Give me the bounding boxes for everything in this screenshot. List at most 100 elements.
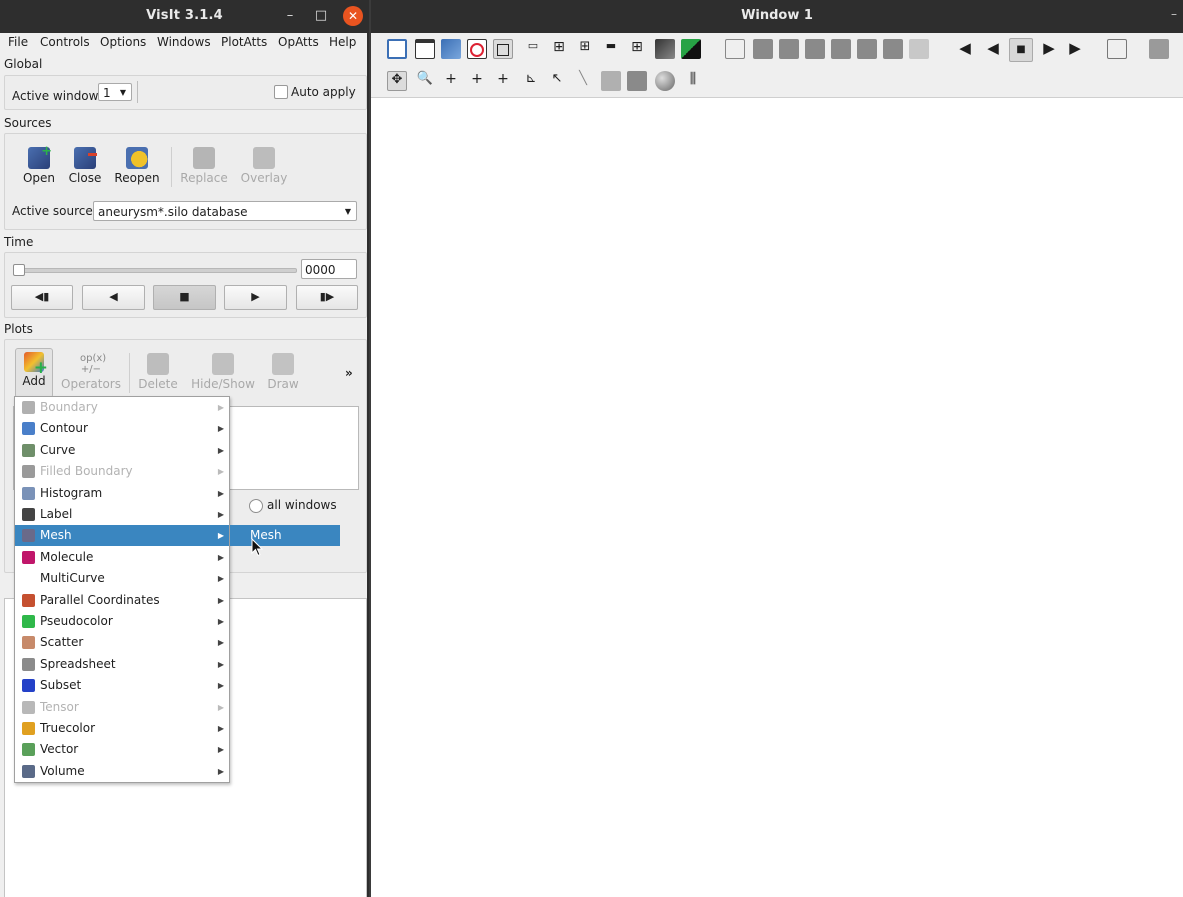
layout-2x2-icon[interactable]: ⊞	[549, 39, 569, 59]
plane-tool-icon[interactable]	[601, 71, 621, 91]
viewer-title-bar[interactable]: Window 1 –	[371, 0, 1183, 33]
active-source-combo[interactable]: aneurysm*.silo database ▼	[93, 201, 357, 221]
play-icon[interactable]: ▶	[1039, 39, 1059, 59]
lineout-icon[interactable]: ⊾	[521, 71, 541, 91]
navigate-icon[interactable]: ✥	[387, 71, 407, 91]
clone-window-icon[interactable]	[441, 39, 461, 59]
operators-button[interactable]: op(x) +/− Operators	[60, 353, 122, 391]
add-menu-item-tensor[interactable]: Tensor ▶	[15, 697, 229, 718]
more-toolbar-button[interactable]: »	[345, 366, 353, 380]
add-menu-item-subset[interactable]: Subset ▶	[15, 675, 229, 696]
lock-view-icon[interactable]	[681, 39, 701, 59]
active-window-combo[interactable]: 1 ▼	[98, 83, 132, 101]
draw-button[interactable]: Draw	[263, 353, 303, 391]
add-menu-item-scatter[interactable]: Scatter ▶	[15, 632, 229, 653]
spreadsheet-icon[interactable]	[1107, 39, 1127, 59]
add-menu-item-filled-boundary[interactable]: Filled Boundary ▶	[15, 461, 229, 482]
replace-database-icon	[193, 147, 215, 169]
menu-help[interactable]: Help	[329, 35, 356, 49]
add-menu-item-label: Boundary	[40, 400, 98, 414]
add-plot-button[interactable]: + Add	[15, 348, 53, 398]
new-window-icon[interactable]	[415, 39, 435, 59]
all-windows-radio[interactable]	[249, 499, 263, 513]
reverse-step-button[interactable]: ◀▮	[11, 285, 73, 310]
add-menu-item-histogram[interactable]: Histogram ▶	[15, 483, 229, 504]
view-3d-icon[interactable]	[725, 39, 745, 59]
overlay-button[interactable]: Overlay	[239, 147, 289, 185]
menu-file[interactable]: File	[8, 35, 28, 49]
node-pick-icon[interactable]: +	[467, 71, 487, 91]
zone-pick-icon[interactable]: +	[441, 71, 461, 91]
delete-plot-button[interactable]: Delete	[137, 353, 179, 391]
mesh-plot-icon	[22, 529, 35, 543]
stop-button[interactable]: ■	[153, 285, 216, 310]
open-button[interactable]: + Open	[20, 144, 58, 185]
layout-1x1-icon[interactable]	[493, 39, 513, 59]
menu-options[interactable]: Options	[100, 35, 146, 49]
add-menu-item-curve[interactable]: Curve ▶	[15, 440, 229, 461]
hide-show-button[interactable]: Hide/Show	[191, 353, 255, 391]
camera-delete-icon[interactable]	[883, 39, 903, 59]
add-menu-item-contour[interactable]: Contour ▶	[15, 418, 229, 439]
curve-plot-icon	[22, 443, 35, 457]
delete-window-icon[interactable]	[467, 39, 487, 59]
line-tool-icon[interactable]: ╲	[573, 71, 593, 91]
forward-step-button[interactable]: ▮▶	[296, 285, 358, 310]
time-slider-handle[interactable]	[13, 264, 25, 276]
add-menu-item-boundary[interactable]: Boundary ▶	[15, 397, 229, 418]
add-menu-item-molecule[interactable]: Molecule ▶	[15, 547, 229, 568]
reverse-play-button[interactable]: ◀	[82, 285, 145, 310]
play-button[interactable]: ▶	[224, 285, 287, 310]
auto-apply-checkbox[interactable]	[274, 85, 288, 99]
add-menu-item-pseudocolor[interactable]: Pseudocolor ▶	[15, 611, 229, 632]
layout-2x3-icon[interactable]: ⊞	[575, 39, 595, 59]
viewer-minimize-button[interactable]: –	[1171, 7, 1177, 21]
add-menu-item-volume[interactable]: Volume ▶	[15, 761, 229, 782]
gui-title-bar[interactable]: VisIt 3.1.4 – □ ✕	[0, 0, 369, 33]
camera-view-icon[interactable]	[753, 39, 773, 59]
time-slider[interactable]	[13, 268, 297, 273]
forward-step-icon[interactable]: ▶	[1065, 39, 1085, 59]
time-frame-field[interactable]: 0000	[301, 259, 357, 279]
close-window-button[interactable]: ✕	[343, 6, 363, 26]
menu-windows[interactable]: Windows	[157, 35, 211, 49]
camera-prev-icon[interactable]	[831, 39, 851, 59]
point-tool-icon[interactable]: ↖	[547, 71, 567, 91]
mesh-submenu: Mesh	[230, 525, 340, 546]
add-menu-item-parallel-coordinates[interactable]: Parallel Coordinates ▶	[15, 590, 229, 611]
zoom-icon[interactable]: 🔍	[415, 71, 435, 91]
spreadsheet-pick-icon[interactable]: +	[493, 71, 513, 91]
camera-reset-icon[interactable]	[857, 39, 877, 59]
add-menu-item-spreadsheet[interactable]: Spreadsheet ▶	[15, 654, 229, 675]
layout-1x2-icon[interactable]: ▭	[523, 39, 543, 59]
box-tool-icon[interactable]	[627, 71, 647, 91]
stop-icon[interactable]: ■	[1009, 38, 1033, 62]
close-button[interactable]: Close	[66, 147, 104, 185]
camera-save-icon[interactable]	[779, 39, 799, 59]
invert-background-icon[interactable]	[655, 39, 675, 59]
render-area[interactable]	[371, 98, 1183, 897]
add-menu-item-multicurve[interactable]: MultiCurve ▶	[15, 568, 229, 589]
reopen-button[interactable]: Reopen	[113, 147, 161, 185]
add-menu-item-label[interactable]: Label ▶	[15, 504, 229, 525]
close-label: Close	[68, 171, 102, 185]
lock-icon[interactable]	[1149, 39, 1169, 59]
add-menu-item-vector[interactable]: Vector ▶	[15, 739, 229, 760]
add-menu-item-mesh[interactable]: Mesh ▶	[15, 525, 229, 547]
replace-button[interactable]: Replace	[179, 147, 229, 185]
reverse-play-icon[interactable]: ◀	[983, 39, 1003, 59]
reverse-step-icon[interactable]: ◀	[955, 39, 975, 59]
axis-restriction-icon[interactable]: ⫼	[683, 71, 703, 91]
maximize-button[interactable]: □	[311, 6, 331, 26]
layout-3x3-icon[interactable]: ⊞	[627, 39, 647, 59]
menu-opatts[interactable]: OpAtts	[278, 35, 319, 49]
check-icon[interactable]	[387, 39, 407, 59]
menu-plotatts[interactable]: PlotAtts	[221, 35, 267, 49]
minimize-button[interactable]: –	[280, 6, 300, 26]
layout-2x4-icon[interactable]: ▬	[601, 39, 621, 59]
camera-next-icon[interactable]	[805, 39, 825, 59]
camera-disabled-icon[interactable]	[909, 39, 929, 59]
sphere-tool-icon[interactable]	[655, 71, 675, 91]
add-menu-item-truecolor[interactable]: Truecolor ▶	[15, 718, 229, 739]
menu-controls[interactable]: Controls	[40, 35, 90, 49]
